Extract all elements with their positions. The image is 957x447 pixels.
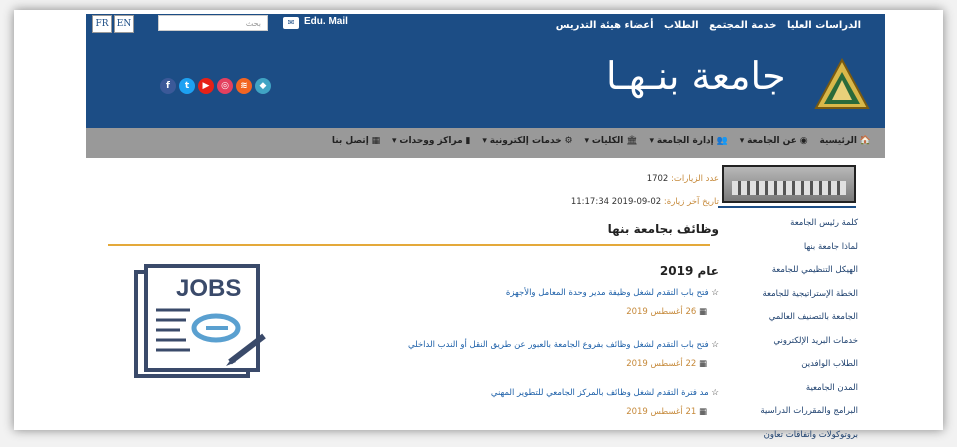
job-link[interactable]: فتح باب التقدم لشغل وظائف بفروع الجامعة … — [408, 340, 719, 350]
sidebar-item[interactable]: البرامج والمقررات الدراسية — [760, 400, 858, 424]
main-nav: 🏠 الرئيسية ◉ عن الجامعة ▾ 👥 إدارة الجامع… — [86, 128, 885, 158]
sidebar-item[interactable]: خدمات البريد الإلكتروني — [760, 330, 858, 354]
sidebar-item[interactable]: كلمة رئيس الجامعة — [760, 212, 858, 236]
top-bar: FR EN بحث ✉ Edu. Mail الدراسات العليا خد… — [86, 14, 885, 44]
nav-centers[interactable]: ▮ مراكز ووحدات ▾ — [392, 136, 470, 146]
list-item: مد فترة التقدم لشغل وظائف بالمركز الجامع… — [491, 388, 719, 417]
search-input[interactable]: بحث — [158, 15, 268, 31]
job-date: 26 أغسطس 2019 — [506, 307, 707, 317]
sidebar-item[interactable]: الجامعة بالتصنيف العالمي — [760, 306, 858, 330]
nav-eservices[interactable]: ⚙ خدمات إلكترونية ▾ — [482, 136, 572, 146]
sidebar-item[interactable]: بروتوكولات واتفاقات تعاون — [760, 424, 858, 447]
lang-fr-button[interactable]: FR — [92, 15, 112, 33]
sidebar-item[interactable]: الخطة الإستراتيجية للجامعة — [760, 283, 858, 307]
sidebar-item[interactable]: المدن الجامعية — [760, 377, 858, 401]
svg-text:JOBS: JOBS — [176, 275, 241, 302]
top-link-postgrad[interactable]: الدراسات العليا — [787, 20, 861, 31]
mail-icon[interactable]: ✉ — [283, 17, 299, 29]
sidebar-menu: كلمة رئيس الجامعة لماذا جامعة بنها الهيك… — [760, 212, 858, 447]
title-divider — [108, 244, 710, 246]
year-heading: عام 2019 — [660, 264, 719, 278]
university-emblem-icon[interactable] — [814, 58, 870, 110]
university-name[interactable]: جامعة بنـهـا — [606, 54, 786, 98]
header: f t ▶ ◎ ≋ ◆ جامعة بنـهـا — [86, 44, 885, 128]
sidebar-divider — [718, 206, 856, 208]
facebook-icon[interactable]: f — [160, 78, 176, 94]
job-link[interactable]: فتح باب التقدم لشغل وظيفة مدير وحدة المع… — [506, 288, 719, 298]
list-item: فتح باب التقدم لشغل وظائف بفروع الجامعة … — [408, 340, 719, 369]
top-link-students[interactable]: الطلاب — [664, 20, 699, 31]
nav-administration[interactable]: 👥 إدارة الجامعة ▾ — [650, 136, 728, 146]
top-link-staff[interactable]: أعضاء هيئة التدريس — [556, 20, 654, 31]
nav-faculties[interactable]: 🏛 الكليات ▾ — [584, 136, 637, 146]
sidebar-item[interactable]: لماذا جامعة بنها — [760, 236, 858, 260]
job-date: 22 أغسطس 2019 — [408, 359, 707, 369]
last-visit: تاريخ آخر زيارة: 02-09-2019 11:17:34 — [571, 197, 719, 207]
nav-home[interactable]: 🏠 الرئيسية — [820, 136, 871, 146]
sidebar: كلمة رئيس الجامعة لماذا جامعة بنها الهيك… — [718, 158, 868, 420]
nav-contact[interactable]: ▦ إتصل بنا — [332, 136, 380, 146]
building-image — [722, 165, 856, 203]
top-links: الدراسات العليا خدمة المجتمع الطلاب أعضا… — [549, 20, 861, 31]
list-item: فتح باب التقدم لشغل وظيفة مدير وحدة المع… — [506, 288, 719, 317]
job-date: 21 أغسطس 2019 — [491, 407, 707, 417]
sidebar-item[interactable]: الهيكل التنظيمي للجامعة — [760, 259, 858, 283]
nav-about[interactable]: ◉ عن الجامعة ▾ — [740, 136, 808, 146]
top-link-community[interactable]: خدمة المجتمع — [709, 20, 776, 31]
instagram-icon[interactable]: ◎ — [217, 78, 233, 94]
periscope-icon[interactable]: ◆ — [255, 78, 271, 94]
page-title: وظائف بجامعة بنها — [608, 222, 719, 236]
youtube-icon[interactable]: ▶ — [198, 78, 214, 94]
twitter-icon[interactable]: t — [179, 78, 195, 94]
job-link[interactable]: مد فترة التقدم لشغل وظائف بالمركز الجامع… — [491, 388, 719, 398]
visit-count: عدد الزيارات: 1702 — [647, 174, 719, 184]
sidebar-item[interactable]: الطلاب الوافدين — [760, 353, 858, 377]
lang-en-button[interactable]: EN — [114, 15, 134, 33]
jobs-newspaper-icon: JOBS — [130, 262, 276, 382]
social-links: f t ▶ ◎ ≋ ◆ — [160, 78, 271, 94]
edu-mail-link[interactable]: Edu. Mail — [304, 16, 348, 27]
rss-icon[interactable]: ≋ — [236, 78, 252, 94]
